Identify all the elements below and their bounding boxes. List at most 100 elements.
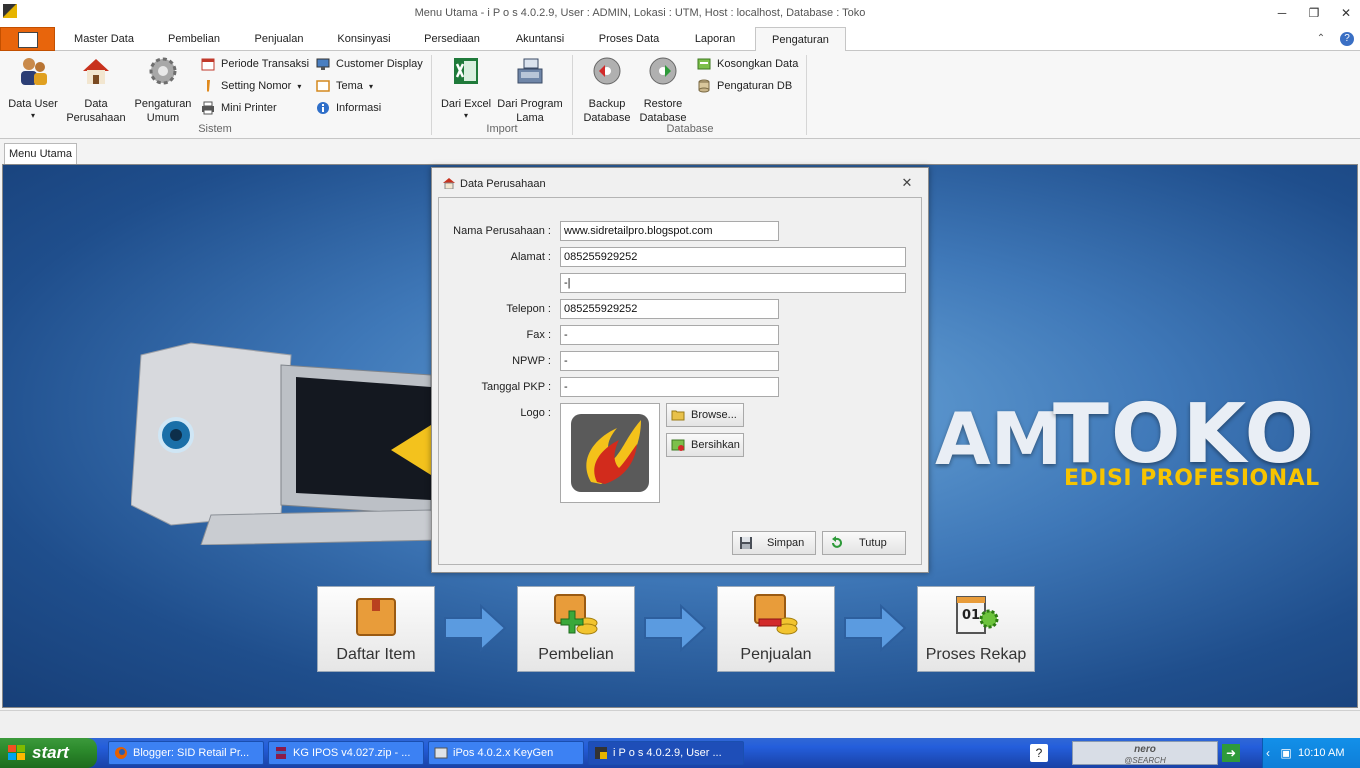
- browse-button[interactable]: Browse...: [666, 403, 744, 427]
- nero-search-text: @SEARCH: [1124, 756, 1166, 765]
- tutup-button[interactable]: Tutup: [822, 531, 906, 555]
- ribbon-tab-bar: Master Data Pembelian Penjualan Konsinya…: [0, 27, 1360, 51]
- cash-register-icon: [517, 58, 543, 84]
- telepon-label: Telepon :: [506, 303, 551, 315]
- fax-input[interactable]: [560, 325, 779, 345]
- tab-pembelian[interactable]: Pembelian: [158, 27, 230, 51]
- taskbar-item-keygen[interactable]: iPos 4.0.2.x KeyGen: [428, 741, 584, 765]
- dari-excel-button[interactable]: Dari Excel ▾: [438, 55, 494, 121]
- dropdown-arrow-icon: ▾: [368, 82, 373, 91]
- arrow-right-icon: [644, 603, 707, 653]
- clear-data-icon: [697, 58, 711, 70]
- informasi-button[interactable]: Informasi: [316, 98, 381, 118]
- restore-database-label-1: Restore: [643, 98, 683, 110]
- tab-master-data[interactable]: Master Data: [62, 27, 146, 51]
- customer-display-button[interactable]: Customer Display: [316, 54, 423, 74]
- dropdown-arrow-icon: ▾: [30, 111, 35, 120]
- taskbar-item-blogger[interactable]: Blogger: SID Retail Pr...: [108, 741, 264, 765]
- alamat-label: Alamat :: [510, 251, 551, 263]
- penjualan-label: Penjualan: [740, 646, 812, 663]
- mini-printer-button[interactable]: Mini Printer: [201, 98, 277, 118]
- data-perusahaan-label-1: Data: [84, 98, 108, 110]
- start-label: start: [32, 743, 69, 762]
- restore-database-button[interactable]: Restore Database: [636, 55, 690, 125]
- title-bar: Menu Utama - i P o s 4.0.2.9, User : ADM…: [0, 0, 1360, 27]
- tab-penjualan[interactable]: Penjualan: [243, 27, 315, 51]
- taskbar-item-ipos[interactable]: i P o s 4.0.2.9, User ...: [588, 741, 744, 765]
- tab-menu-utama[interactable]: Menu Utama: [4, 143, 77, 164]
- pembelian-button[interactable]: Pembelian: [517, 586, 635, 672]
- taskbar-item-label: Blogger: SID Retail Pr...: [133, 747, 250, 759]
- periode-transaksi-label: Periode Transaksi: [221, 58, 310, 70]
- alamat-line-2-input[interactable]: [560, 273, 906, 293]
- simpan-label: Simpan: [767, 537, 805, 549]
- tab-konsinyasi[interactable]: Konsinyasi: [328, 27, 400, 51]
- daftar-item-button[interactable]: Daftar Item: [317, 586, 435, 672]
- data-perusahaan-label-2: Perusahaan: [66, 112, 126, 124]
- show-hidden-icons-icon[interactable]: ‹: [1259, 744, 1277, 762]
- setting-nomor-button[interactable]: Setting Nomor ▾: [201, 76, 301, 96]
- nama-perusahaan-input[interactable]: [560, 221, 779, 241]
- mini-printer-label: Mini Printer: [221, 102, 277, 114]
- informasi-label: Informasi: [336, 102, 382, 114]
- group-separator: [431, 55, 432, 135]
- minimize-ribbon-icon[interactable]: ⌃: [1314, 32, 1328, 46]
- tutup-label: Tutup: [859, 537, 887, 549]
- kosongkan-data-button[interactable]: Kosongkan Data: [697, 54, 798, 74]
- data-perusahaan-dialog: Data Perusahaan ✕ Nama Perusahaan : Alam…: [431, 167, 929, 573]
- window-title: Menu Utama - i P o s 4.0.2.9, User : ADM…: [414, 7, 866, 19]
- pengaturan-db-label: Pengaturan DB: [717, 80, 793, 92]
- start-button[interactable]: start: [0, 738, 97, 768]
- computer-illustration: [131, 342, 441, 545]
- pengaturan-umum-button[interactable]: Pengaturan Umum: [132, 55, 194, 125]
- proses-rekap-button[interactable]: 01 Proses Rekap: [917, 586, 1035, 672]
- simpan-button[interactable]: Simpan: [732, 531, 816, 555]
- help-icon[interactable]: ?: [1030, 744, 1048, 762]
- tab-proses-data[interactable]: Proses Data: [589, 27, 669, 51]
- pengaturan-db-button[interactable]: Pengaturan DB: [697, 76, 792, 96]
- tanggal-pkp-input[interactable]: [560, 377, 779, 397]
- data-user-label: Data User: [8, 98, 58, 110]
- network-icon[interactable]: ▣: [1277, 744, 1295, 762]
- dari-program-lama-button[interactable]: Dari Program Lama: [496, 55, 564, 125]
- setting-nomor-label: Setting Nomor: [221, 80, 292, 92]
- penjualan-button[interactable]: Penjualan: [717, 586, 835, 672]
- alamat-input[interactable]: [560, 247, 906, 267]
- status-bar: [0, 710, 1360, 738]
- dari-excel-label: Dari Excel: [440, 98, 492, 110]
- tab-akuntansi[interactable]: Akuntansi: [505, 27, 575, 51]
- taskbar-item-kg-ipos-zip[interactable]: KG IPOS v4.027.zip - ...: [268, 741, 424, 765]
- box-icon: [356, 598, 396, 636]
- backup-database-button[interactable]: Backup Database: [580, 55, 634, 125]
- arrow-right-icon: [444, 603, 507, 653]
- data-perusahaan-button[interactable]: Data Perusahaan: [64, 55, 128, 125]
- tema-label: Tema: [336, 80, 363, 92]
- tab-laporan[interactable]: Laporan: [684, 27, 746, 51]
- npwp-input[interactable]: [560, 351, 779, 371]
- bersihkan-button[interactable]: Bersihkan: [666, 433, 744, 457]
- system-clock[interactable]: 10:10 AM: [1298, 747, 1344, 759]
- winrar-icon: [276, 747, 286, 759]
- logo-image-box[interactable]: [560, 403, 660, 503]
- minimize-button[interactable]: ─: [1268, 4, 1296, 22]
- telepon-input[interactable]: [560, 299, 779, 319]
- arrow-right-icon[interactable]: ➜: [1222, 744, 1240, 762]
- restore-disk-icon: [649, 57, 677, 85]
- ribbon-panel: Data User ▾ Data Perusahaan Pengaturan U…: [0, 51, 1360, 139]
- restore-button[interactable]: ❐: [1300, 4, 1328, 22]
- dialog-close-button[interactable]: ✕: [900, 176, 914, 190]
- taskbar-item-label: KG IPOS v4.027.zip - ...: [293, 747, 411, 759]
- windows-taskbar: start Blogger: SID Retail Pr... KG IPOS …: [0, 738, 1360, 768]
- arrow-right-icon: [844, 603, 907, 653]
- periode-transaksi-button[interactable]: Periode Transaksi: [201, 54, 309, 74]
- kosongkan-data-label: Kosongkan Data: [717, 58, 799, 70]
- help-icon[interactable]: ?: [1340, 32, 1354, 46]
- close-button[interactable]: ✕: [1332, 4, 1360, 22]
- data-user-button[interactable]: Data User ▾: [6, 55, 60, 121]
- tab-persediaan[interactable]: Persediaan: [416, 27, 488, 51]
- nero-search-toolbar[interactable]: nero @SEARCH: [1072, 741, 1218, 765]
- company-logo-image: [571, 414, 649, 492]
- tab-pengaturan[interactable]: Pengaturan: [755, 27, 846, 51]
- application-menu-button[interactable]: [0, 27, 55, 51]
- tema-button[interactable]: Tema ▾: [316, 76, 373, 96]
